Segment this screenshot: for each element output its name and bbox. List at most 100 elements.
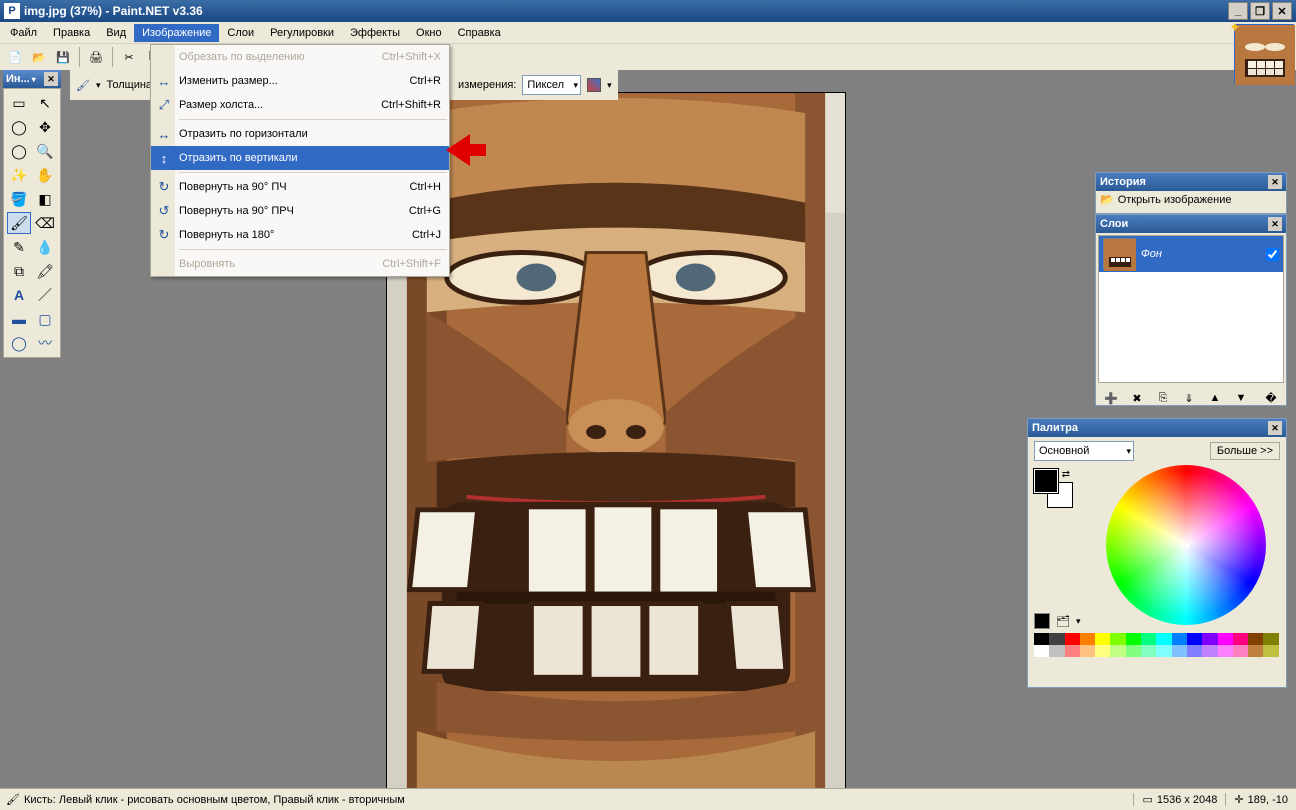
tool-rect-select[interactable]: ▭ (7, 92, 31, 114)
menu-view[interactable]: Вид (98, 24, 134, 42)
palette-color[interactable] (1263, 633, 1278, 645)
palette-color[interactable] (1187, 645, 1202, 657)
close-icon[interactable]: ✕ (44, 72, 58, 86)
palette-icon[interactable]: 🗂 (1056, 615, 1070, 628)
palette-color[interactable] (1263, 645, 1278, 657)
tool-move-selection[interactable]: ✥ (33, 116, 57, 138)
tool-lasso[interactable]: ◯ (7, 116, 31, 138)
palette-color[interactable] (1095, 633, 1110, 645)
palette-color[interactable] (1095, 645, 1110, 657)
menu-item[interactable]: ↕Отразить по вертикали (151, 146, 449, 170)
menu-effects[interactable]: Эффекты (342, 24, 408, 42)
dropdown-caret-icon[interactable]: ▾ (607, 80, 612, 91)
history-item[interactable]: 📂 Открыть изображение (1096, 191, 1286, 208)
tools-palette-title[interactable]: Ин...▾ ✕ (3, 70, 61, 88)
dropdown-caret-icon[interactable]: ▾ (96, 80, 101, 91)
color-chip-icon[interactable] (587, 78, 601, 92)
menu-layers[interactable]: Слои (219, 24, 262, 42)
document-thumbnail[interactable]: ✦ (1234, 24, 1294, 84)
close-icon[interactable]: ✕ (1268, 217, 1282, 231)
menu-file[interactable]: Файл (2, 24, 45, 42)
primary-secondary-swatch[interactable]: ⇄ (1034, 469, 1072, 507)
palette-color[interactable] (1126, 645, 1141, 657)
palette-color[interactable] (1218, 633, 1233, 645)
tool-pan[interactable]: ✋ (33, 164, 57, 186)
tool-gradient[interactable]: ◧ (33, 188, 57, 210)
palette-color[interactable] (1065, 633, 1080, 645)
palette-color[interactable] (1080, 633, 1095, 645)
window-maximize-button[interactable]: ❐ (1250, 2, 1270, 20)
tool-eraser[interactable]: ⌫ (33, 212, 57, 234)
layer-properties-button[interactable]: � (1260, 387, 1282, 409)
menu-item[interactable]: ↻Повернуть на 90° ПЧCtrl+H (151, 175, 449, 199)
more-button[interactable]: Больше >> (1210, 442, 1280, 460)
palette-color[interactable] (1080, 645, 1095, 657)
menu-adjustments[interactable]: Регулировки (262, 24, 342, 42)
unit-dropdown[interactable]: Пиксел (522, 75, 581, 95)
palette-color[interactable] (1034, 645, 1049, 657)
palette-color[interactable] (1248, 633, 1263, 645)
open-button[interactable]: 📂 (28, 46, 50, 68)
menu-item[interactable]: ↔Изменить размер...Ctrl+R (151, 69, 449, 93)
tool-pencil[interactable]: ✎ (7, 236, 31, 258)
palette-color[interactable] (1049, 633, 1064, 645)
palette-color[interactable] (1126, 633, 1141, 645)
palette-color[interactable] (1110, 645, 1125, 657)
menu-window[interactable]: Окно (408, 24, 450, 42)
menu-edit[interactable]: Правка (45, 24, 98, 42)
add-layer-button[interactable]: ➕ (1100, 387, 1122, 409)
tool-freeform[interactable]: 〰 (33, 332, 57, 354)
print-button[interactable]: 🖨 (85, 46, 107, 68)
palette-color[interactable] (1141, 645, 1156, 657)
layer-item[interactable]: Фон (1099, 236, 1283, 272)
close-icon[interactable]: ✕ (1268, 421, 1282, 435)
palette-color[interactable] (1218, 645, 1233, 657)
menu-help[interactable]: Справка (450, 24, 509, 42)
palette-color[interactable] (1156, 633, 1171, 645)
color-wheel[interactable] (1106, 465, 1266, 625)
window-close-button[interactable]: ✕ (1272, 2, 1292, 20)
tool-line[interactable]: ／ (33, 284, 57, 306)
tool-ellipse[interactable]: ◯ (7, 332, 31, 354)
tool-recolor[interactable]: 🖍 (33, 260, 57, 282)
swap-icon[interactable]: ⇄ (1062, 469, 1070, 480)
tool-zoom[interactable]: 🔍 (33, 140, 57, 162)
tool-text[interactable]: A (7, 284, 31, 306)
palette-color[interactable] (1156, 645, 1171, 657)
palette-color[interactable] (1202, 633, 1217, 645)
palette-color[interactable] (1172, 645, 1187, 657)
menu-image[interactable]: Изображение (134, 24, 219, 42)
palette-color[interactable] (1034, 633, 1049, 645)
move-down-button[interactable]: ▼ (1230, 387, 1252, 409)
palette-color[interactable] (1110, 633, 1125, 645)
palette-color[interactable] (1233, 633, 1248, 645)
palette-color[interactable] (1248, 645, 1263, 657)
palette-color[interactable] (1065, 645, 1080, 657)
color-mode-dropdown[interactable]: Основной (1034, 441, 1134, 461)
move-up-button[interactable]: ▲ (1204, 387, 1226, 409)
palette-color[interactable] (1141, 633, 1156, 645)
tool-rounded-rect[interactable]: ▢ (33, 308, 57, 330)
close-icon[interactable]: ✕ (1268, 175, 1282, 189)
hex-chip[interactable] (1034, 613, 1050, 629)
tool-clone[interactable]: ⧉ (7, 260, 31, 282)
palette-color[interactable] (1187, 633, 1202, 645)
palette-color[interactable] (1233, 645, 1248, 657)
cut-button[interactable]: ✂ (118, 46, 140, 68)
menu-item[interactable]: ⤢Размер холста...Ctrl+Shift+R (151, 93, 449, 117)
dropdown-caret-icon[interactable]: ▾ (1076, 616, 1081, 627)
menu-item[interactable]: ↔Отразить по горизонтали (151, 122, 449, 146)
tool-ellipse-select[interactable]: ◯ (7, 140, 31, 162)
new-button[interactable]: 📄 (4, 46, 26, 68)
tool-move[interactable]: ↖ (33, 92, 57, 114)
save-button[interactable]: 💾 (52, 46, 74, 68)
menu-item[interactable]: ↻Повернуть на 180°Ctrl+J (151, 223, 449, 247)
tool-magic-wand[interactable]: ✨ (7, 164, 31, 186)
palette-color[interactable] (1049, 645, 1064, 657)
tool-rect[interactable]: ▬ (7, 308, 31, 330)
merge-down-button[interactable]: ⇓ (1178, 387, 1200, 409)
palette-color[interactable] (1172, 633, 1187, 645)
menu-item[interactable]: ↺Повернуть на 90° ПРЧCtrl+G (151, 199, 449, 223)
tool-brush[interactable]: 🖌 (7, 212, 31, 234)
palette-color[interactable] (1202, 645, 1217, 657)
